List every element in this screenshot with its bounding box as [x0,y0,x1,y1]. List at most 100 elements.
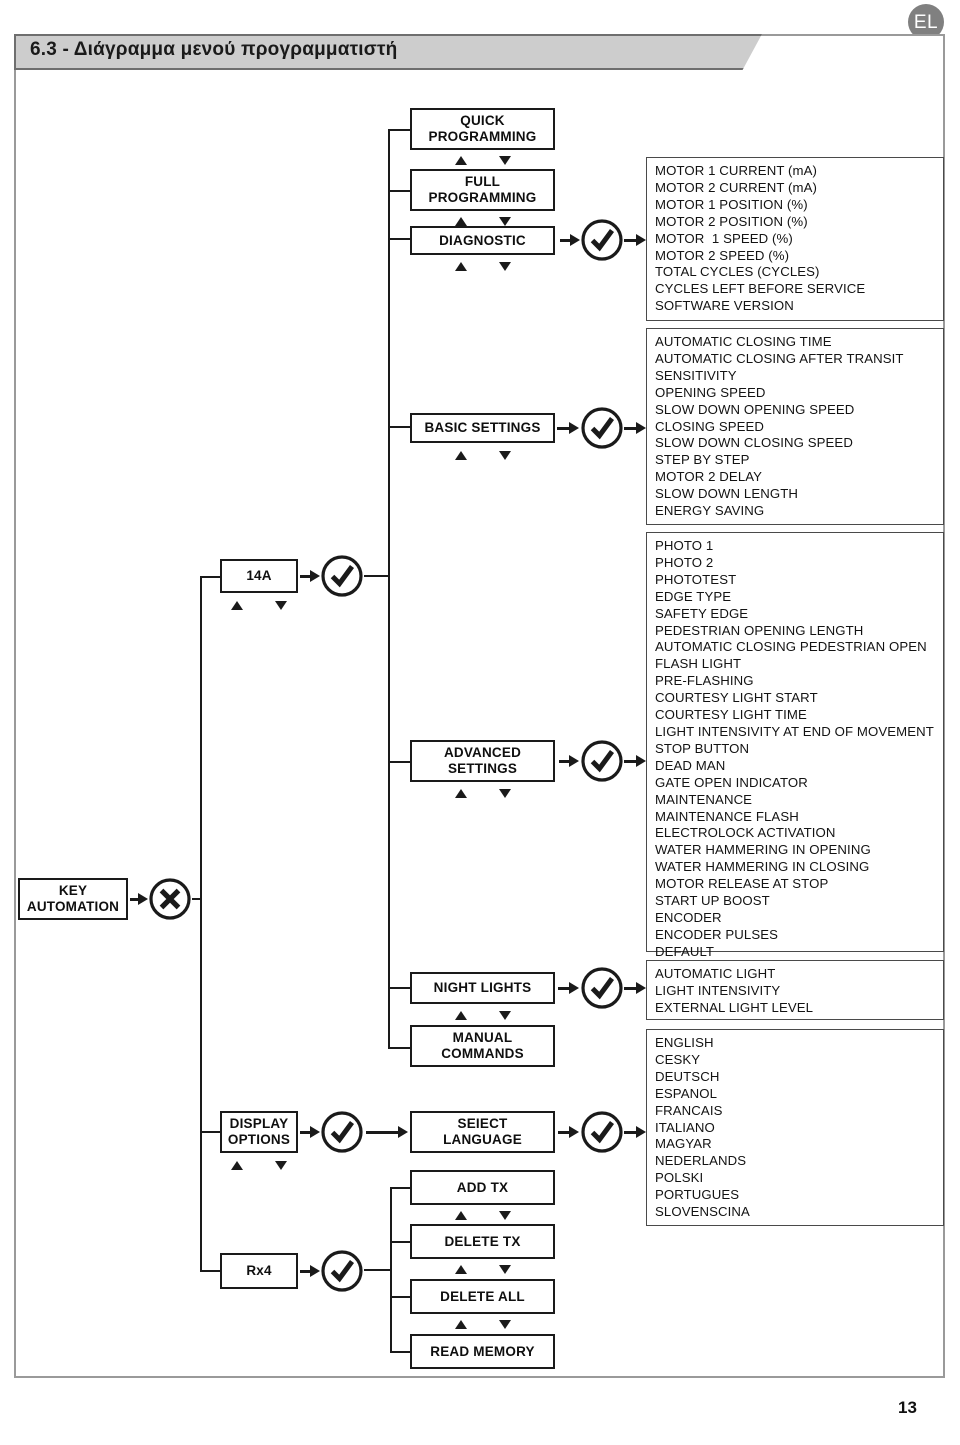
list-item: COURTESY LIGHT START [655,690,818,706]
arrow-basic-settings-to-confirm [557,422,579,434]
triangle-down-icon[interactable] [275,1160,287,1170]
connector-14a-confirm-to-menu-trunk [364,575,390,577]
triangle-down-icon[interactable] [499,1010,511,1020]
list-item: DEAD MAN [655,757,726,773]
list-item: SENSITIVITY [655,367,737,383]
check-circle-icon-select-language[interactable] [580,1110,624,1154]
scroll-controls-night-lights[interactable] [455,1008,511,1022]
triangle-up-icon[interactable] [455,1010,467,1020]
node-quick-programming[interactable]: QUICK PROGRAMMING [410,108,555,150]
arrow-select-language-to-confirm [558,1126,579,1138]
x-circle-icon[interactable] [148,877,192,921]
node-key-automation[interactable]: KEY AUTOMATION [18,878,128,920]
scroll-controls-diagnostic[interactable] [455,259,511,273]
node-rx4[interactable]: Rx4 [220,1253,298,1289]
list-item: AUTOMATIC CLOSING AFTER TRANSIT [655,350,904,366]
connector-trunk-to-advanced-settings [388,761,412,763]
triangle-up-icon[interactable] [231,600,243,610]
triangle-up-icon[interactable] [455,1210,467,1220]
list-item: AUTOMATIC LIGHT [655,966,776,981]
triangle-down-icon[interactable] [499,788,511,798]
scroll-controls-14a[interactable] [231,598,287,612]
node-quick-programming-line2: PROGRAMMING [428,129,537,144]
list-item: NEDERLANDS [655,1153,747,1169]
triangle-down-icon[interactable] [499,1319,511,1329]
triangle-up-icon[interactable] [455,1264,467,1274]
triangle-down-icon[interactable] [499,1264,511,1274]
list-item: ESPANOL [655,1085,718,1101]
node-manual-commands[interactable]: MANUAL COMMANDS [410,1025,555,1067]
node-quick-programming-line1: QUICK [460,113,505,129]
scroll-controls-delete-tx[interactable] [455,1262,511,1276]
list-item: AUTOMATIC CLOSING PEDESTRIAN OPEN [655,639,927,655]
node-14a[interactable]: 14A [220,559,298,593]
triangle-down-icon[interactable] [499,261,511,271]
check-circle-icon-advanced-settings[interactable] [580,739,624,783]
triangle-down-icon[interactable] [499,450,511,460]
list-item: PRE-FLASHING [655,673,754,689]
list-item: FRANCAIS [655,1102,723,1118]
check-circle-icon-diagnostic[interactable] [580,218,624,262]
node-full-programming[interactable]: FULL PROGRAMMING [410,169,555,211]
check-circle-icon-rx4[interactable] [320,1249,364,1293]
triangle-up-icon[interactable] [455,1319,467,1329]
triangle-up-icon[interactable] [455,450,467,460]
arrow-diagnostic-to-confirm [560,234,580,246]
node-diagnostic[interactable]: DIAGNOSTIC [410,226,555,255]
arrow-confirm-to-basic-settings-list [624,422,646,434]
list-item: PHOTOTEST [655,571,737,587]
scroll-controls-delete-all[interactable] [455,1317,511,1331]
node-display-options[interactable]: DISPLAY OPTIONS [220,1111,298,1153]
node-key-automation-line1: KEY [58,883,88,899]
list-item: MOTOR 2 SPEED (%) [655,247,790,263]
list-item: FLASH LIGHT [655,656,742,672]
connector-trunk-to-night-lights [388,987,412,989]
triangle-down-icon[interactable] [275,600,287,610]
check-circle-icon-basic-settings[interactable] [580,406,624,450]
scroll-controls-quick-programming[interactable] [455,153,511,167]
connector-trunk-to-basic-settings [388,426,412,428]
arrow-rx4-to-confirm [300,1265,320,1277]
node-delete-all[interactable]: DELETE ALL [410,1279,555,1314]
triangle-up-icon[interactable] [455,216,467,226]
arrow-confirm-to-advanced-settings-list [624,755,646,767]
node-select-language-line1: SEIECT [457,1116,508,1132]
scroll-controls-basic-settings[interactable] [455,448,511,462]
scroll-controls-advanced-settings[interactable] [455,786,511,800]
node-add-tx-label: ADD TX [456,1179,509,1195]
triangle-up-icon[interactable] [231,1160,243,1170]
connector-trunk-to-rx4 [200,1270,222,1272]
list-item: LIGHT INTENSIVITY [655,982,781,998]
list-item: PEDESTRIAN OPENING LENGTH [655,622,864,638]
node-select-language[interactable]: SEIECT LANGUAGE [410,1111,555,1153]
triangle-up-icon[interactable] [455,155,467,165]
connector-trunk-to-quick-programming [388,129,412,131]
node-advanced-settings[interactable]: ADVANCED SETTINGS [410,740,555,782]
scroll-controls-display-options[interactable] [231,1158,287,1172]
arrow-confirm-to-diagnostic-list [624,234,646,246]
check-circle-icon-night-lights[interactable] [580,966,624,1010]
list-item: SAFETY EDGE [655,605,749,621]
list-advanced-settings: PHOTO 1 PHOTO 2 PHOTOTEST EDGE TYPE SAFE… [646,532,944,959]
list-item: ENCODER PULSES [655,926,779,942]
page-title: 6.3 - Διάγραμμα μενού προγραμματιστή [30,39,398,60]
scroll-controls-add-tx[interactable] [455,1208,511,1222]
triangle-up-icon[interactable] [455,788,467,798]
triangle-down-icon[interactable] [499,216,511,226]
node-add-tx[interactable]: ADD TX [410,1170,555,1205]
list-item: MAINTENANCE [655,791,753,807]
check-circle-icon-14a[interactable] [320,554,364,598]
triangle-down-icon[interactable] [499,1210,511,1220]
arrow-key-automation-to-cancel [130,893,148,905]
triangle-up-icon[interactable] [455,261,467,271]
node-full-programming-line1: FULL [464,174,501,190]
node-night-lights[interactable]: NIGHT LIGHTS [410,972,555,1004]
triangle-down-icon[interactable] [499,155,511,165]
arrow-14a-to-confirm [300,570,320,582]
node-basic-settings[interactable]: BASIC SETTINGS [410,413,555,443]
check-circle-icon-display-options[interactable] [320,1110,364,1154]
programmer-menu-diagram-page: EL 6.3 - Διάγραμμα μενού προγραμματιστή … [0,0,960,1445]
arrow-display-options-to-confirm [300,1126,320,1138]
node-delete-tx[interactable]: DELETE TX [410,1224,555,1259]
node-read-memory[interactable]: READ MEMORY [410,1334,555,1369]
